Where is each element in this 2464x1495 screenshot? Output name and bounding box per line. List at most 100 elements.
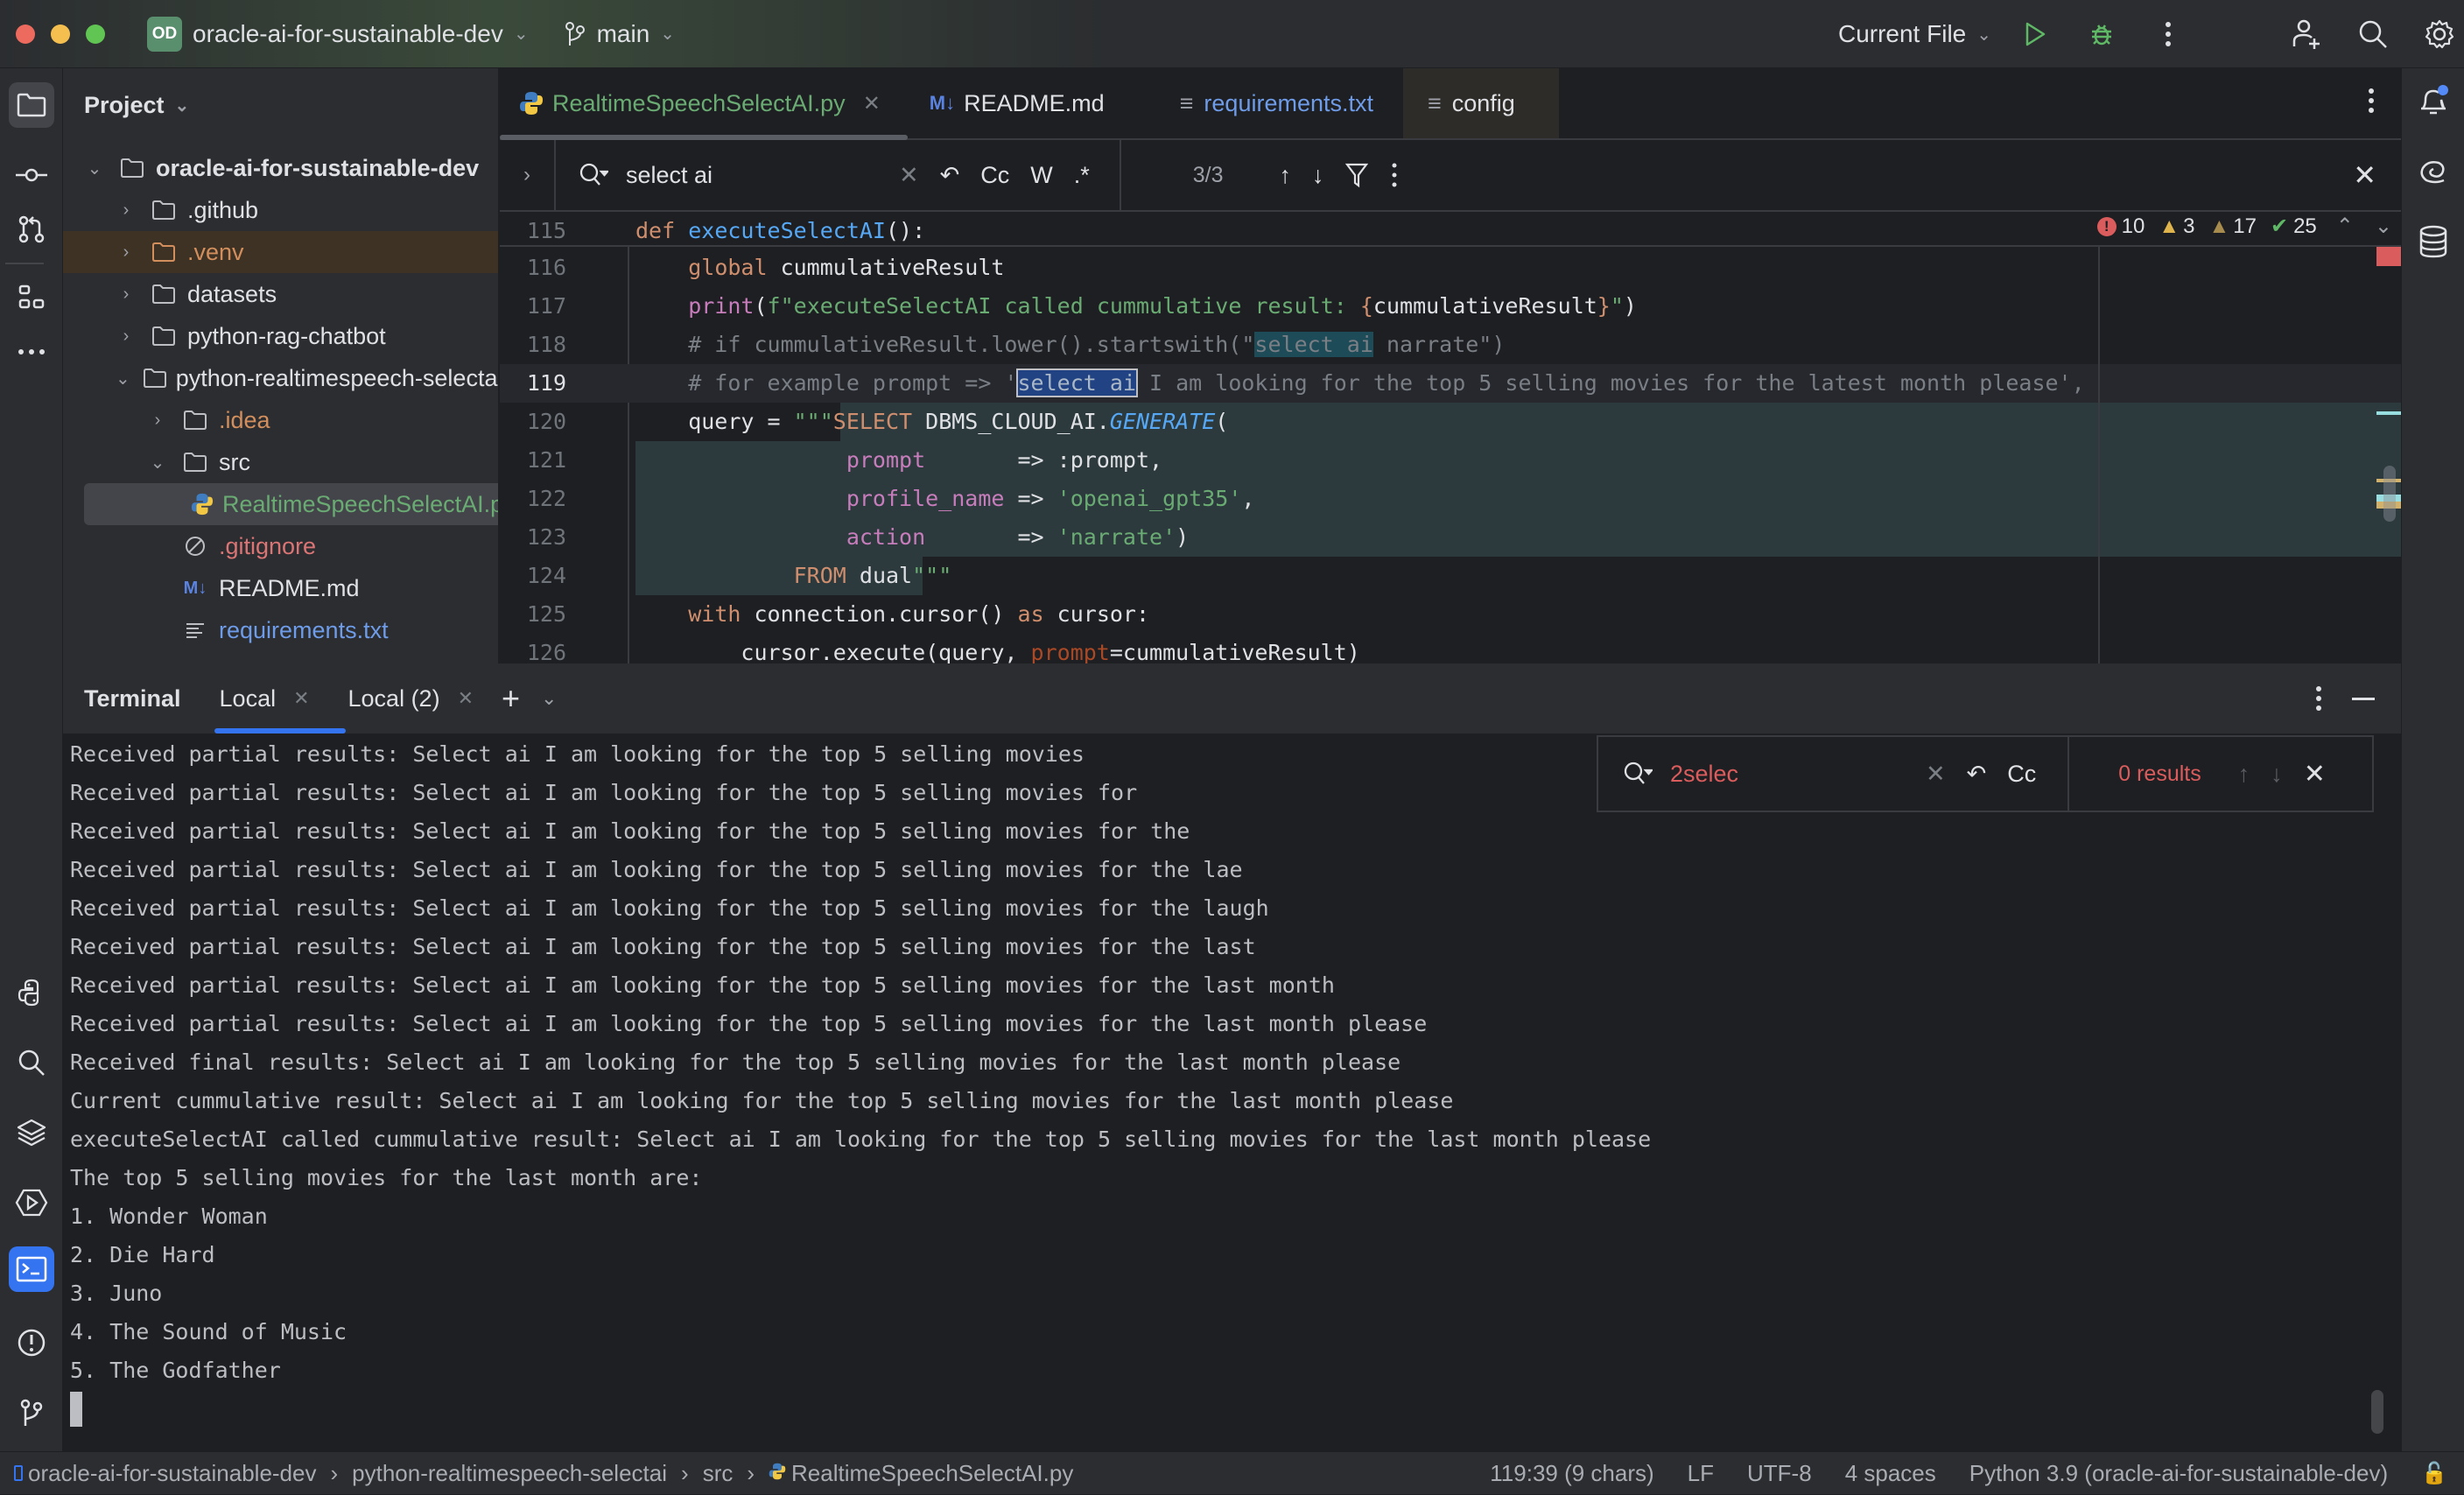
terminal-tab-local-2[interactable]: Local (2) ✕ [329, 663, 493, 733]
filter-icon[interactable] [1344, 162, 1368, 188]
close-tab-icon[interactable]: ✕ [458, 687, 474, 710]
line-number[interactable]: 115 [500, 212, 566, 250]
close-window-button[interactable] [16, 24, 35, 44]
tree-item[interactable]: ⌄ oracle-ai-for-sustainable-dev [63, 147, 498, 189]
line-number[interactable]: 118 [500, 326, 566, 364]
close-find-icon[interactable]: ✕ [2353, 158, 2376, 192]
tree-item[interactable]: .gitignore [63, 525, 498, 567]
chevron-down-icon[interactable]: ⌄ [147, 452, 168, 474]
terminal-output[interactable]: Received partial results: Select ai I am… [63, 733, 2374, 1451]
match-case-toggle[interactable]: Cc [980, 162, 1009, 189]
more-actions-button[interactable] [2151, 17, 2186, 52]
breadcrumb-item[interactable]: oracle-ai-for-sustainable-dev [28, 1460, 316, 1487]
settings-button[interactable] [2422, 17, 2457, 52]
services-tool-button[interactable] [9, 1180, 54, 1225]
previous-match-icon[interactable]: ↑ [2238, 761, 2250, 788]
tab-readme[interactable]: M↓ README.md [905, 68, 1129, 138]
line-number[interactable]: 123 [500, 518, 566, 557]
next-highlight-icon[interactable]: ⌄ [2375, 214, 2392, 239]
tree-item[interactable]: › python-rag-chatbot [63, 315, 498, 357]
line-number[interactable]: 126 [500, 634, 566, 663]
tree-item[interactable]: › datasets [63, 273, 498, 315]
line-number[interactable]: 116 [500, 249, 566, 287]
chevron-down-icon[interactable]: ⌄ [116, 368, 130, 390]
search-history-icon[interactable] [1623, 761, 1653, 787]
cursor-position[interactable]: 119:39 (9 chars) [1490, 1460, 1653, 1487]
next-match-icon[interactable]: ↓ [1312, 162, 1324, 189]
file-encoding[interactable]: UTF-8 [1747, 1460, 1812, 1487]
new-tab-icon[interactable]: + [493, 680, 529, 717]
regex-toggle[interactable]: .* [1074, 162, 1090, 189]
chevron-down-icon[interactable]: ⌄ [529, 687, 569, 710]
multiline-toggle-icon[interactable]: ↶ [940, 162, 960, 189]
tree-item[interactable]: ⌄ src [63, 441, 498, 483]
expand-replace-toggle[interactable]: › [500, 140, 556, 210]
commit-tool-button[interactable] [9, 152, 54, 198]
line-number[interactable]: 122 [500, 480, 566, 518]
chevron-right-icon[interactable]: › [116, 242, 137, 263]
breadcrumb-item[interactable]: src [703, 1460, 734, 1487]
python-packages-button[interactable] [9, 1110, 54, 1155]
python-interpreter[interactable]: Python 3.9 (oracle-ai-for-sustainable-de… [1969, 1460, 2388, 1487]
previous-highlight-icon[interactable]: ⌃ [2336, 214, 2354, 239]
inspection-widget[interactable]: ! 10 ▲ 3 ▲ 17 ✔ 25 ⌃ ⌄ [2096, 214, 2392, 239]
tree-item[interactable]: › .venv [63, 231, 498, 273]
tree-item[interactable]: › .idea [63, 399, 498, 441]
tab-realtimespeechselectai[interactable]: RealtimeSpeechSelectAI.py ✕ [500, 68, 905, 138]
branch-selector[interactable]: main ⌄ [564, 20, 675, 48]
match-case-toggle[interactable]: Cc [2007, 761, 2036, 788]
lock-icon[interactable]: 🔓 [2421, 1461, 2447, 1486]
terminal-find-input[interactable] [1670, 760, 1915, 788]
notifications-button[interactable] [2411, 79, 2456, 124]
more-vertical-icon[interactable] [2315, 685, 2322, 712]
more-vertical-icon[interactable] [1391, 162, 1398, 188]
project-panel-header[interactable]: Project ⌄ [63, 68, 498, 142]
terminal-tab-local[interactable]: Local ✕ [200, 663, 346, 733]
more-tools-button[interactable] [9, 329, 54, 375]
tab-config[interactable]: ≡ config [1403, 68, 1559, 138]
chevron-right-icon[interactable]: › [116, 200, 137, 221]
clear-find-icon[interactable]: ✕ [899, 162, 919, 189]
previous-match-icon[interactable]: ↑ [1280, 162, 1292, 189]
run-config-selector[interactable]: Current File ⌄ [1838, 20, 1991, 48]
terminal-tool-button[interactable] [9, 1246, 54, 1292]
tree-item[interactable]: M↓ README.md [63, 567, 498, 609]
line-number[interactable]: 124 [500, 557, 566, 595]
next-match-icon[interactable]: ↓ [2271, 761, 2283, 788]
clear-find-icon[interactable]: ✕ [1926, 761, 1946, 788]
pull-requests-tool-button[interactable] [9, 207, 54, 252]
breadcrumb-item[interactable]: python-realtimespeech-selectai [352, 1460, 667, 1487]
problems-tool-button[interactable] [9, 1320, 54, 1365]
code-with-me-button[interactable] [2289, 17, 2324, 52]
whole-words-toggle[interactable]: W [1030, 162, 1052, 189]
line-separator[interactable]: LF [1688, 1460, 1714, 1487]
terminal-scrollbar[interactable] [2371, 1390, 2383, 1434]
close-tab-icon[interactable]: ✕ [863, 91, 881, 116]
chevron-down-icon[interactable]: ⌄ [84, 158, 105, 179]
structure-tool-button[interactable] [9, 275, 54, 320]
editor-scrollbar-thumb[interactable] [2383, 466, 2396, 522]
find-input[interactable] [626, 161, 888, 189]
line-number[interactable]: 120 [500, 403, 566, 441]
minimize-window-button[interactable] [51, 24, 70, 44]
run-button[interactable] [2018, 17, 2053, 52]
project-tool-button[interactable] [9, 82, 54, 128]
minimize-panel-icon[interactable] [2352, 698, 2375, 700]
indent-setting[interactable]: 4 spaces [1845, 1460, 1936, 1487]
tab-requirements[interactable]: ≡ requirements.txt [1155, 68, 1398, 138]
debug-button[interactable] [2084, 17, 2119, 52]
tree-item[interactable]: ⌄ python-realtimespeech-selectai [63, 357, 498, 399]
ai-assistant-button[interactable] [2411, 149, 2456, 194]
search-history-icon[interactable] [579, 162, 608, 188]
match-stripe-marker[interactable] [2376, 411, 2401, 415]
chevron-right-icon[interactable]: › [116, 326, 137, 347]
tree-item[interactable]: RealtimeSpeechSelectAI.py [84, 483, 498, 525]
tab-actions-button[interactable] [2368, 88, 2375, 118]
line-number[interactable]: 117 [500, 287, 566, 326]
close-find-icon[interactable]: ✕ [2304, 759, 2326, 790]
multiline-toggle-icon[interactable]: ↶ [1967, 761, 1987, 788]
line-number[interactable]: 121 [500, 441, 566, 480]
git-tool-button[interactable] [9, 1390, 54, 1435]
chevron-right-icon[interactable]: › [147, 411, 168, 431]
search-everywhere-button[interactable] [2355, 17, 2390, 52]
